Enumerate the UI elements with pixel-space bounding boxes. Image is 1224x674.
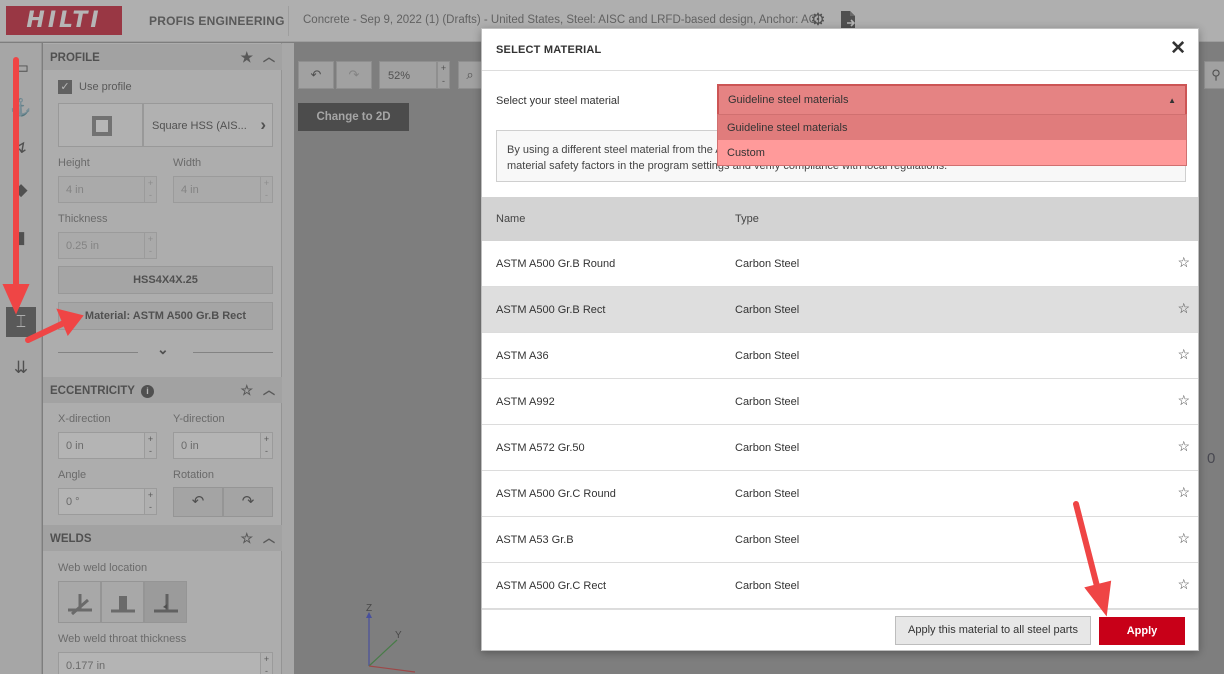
table-row[interactable]: ASTM A53 Gr.B Carbon Steel ☆	[482, 517, 1198, 563]
material-type: Carbon Steel	[735, 488, 800, 500]
apply-button[interactable]: Apply	[1099, 617, 1185, 645]
steel-material-label: Select your steel material	[496, 95, 620, 107]
select-value: Guideline steel materials	[728, 94, 849, 106]
material-type: Carbon Steel	[735, 304, 800, 316]
dialog-footer: Apply this material to all steel parts A…	[482, 609, 1198, 651]
star-icon[interactable]: ☆	[1177, 484, 1190, 501]
table-row[interactable]: ASTM A36 Carbon Steel ☆	[482, 333, 1198, 379]
star-icon[interactable]: ☆	[1177, 438, 1190, 455]
material-name: ASTM A500 Gr.C Round	[496, 488, 616, 500]
dropdown-option[interactable]: Guideline steel materials	[718, 115, 1186, 140]
material-type: Carbon Steel	[735, 442, 800, 454]
material-name: ASTM A500 Gr.B Round	[496, 258, 616, 270]
dropdown-option[interactable]: Custom	[718, 140, 1186, 165]
material-type: Carbon Steel	[735, 258, 800, 270]
material-name: ASTM A572 Gr.50	[496, 442, 585, 454]
material-name: ASTM A500 Gr.B Rect	[496, 304, 606, 316]
table-row[interactable]: ASTM A992 Carbon Steel ☆	[482, 379, 1198, 425]
close-icon[interactable]: ✕	[1170, 38, 1186, 60]
material-name: ASTM A36	[496, 350, 549, 362]
star-icon[interactable]: ☆	[1177, 300, 1190, 317]
star-icon[interactable]: ☆	[1177, 254, 1190, 271]
steel-material-select[interactable]: Guideline steel materials ▲	[717, 84, 1187, 116]
material-name: ASTM A500 Gr.C Rect	[496, 580, 607, 592]
star-icon[interactable]: ☆	[1177, 530, 1190, 547]
material-name: ASTM A992	[496, 396, 555, 408]
star-icon[interactable]: ☆	[1177, 576, 1190, 593]
dropdown-menu: Guideline steel materials Custom	[717, 114, 1187, 166]
table-row[interactable]: ASTM A500 Gr.B Round Carbon Steel ☆	[482, 241, 1198, 287]
table-row[interactable]: ASTM A500 Gr.B Rect Carbon Steel ☆	[482, 287, 1198, 333]
apply-to-all-button[interactable]: Apply this material to all steel parts	[895, 616, 1091, 645]
material-type: Carbon Steel	[735, 350, 800, 362]
table-row[interactable]: ASTM A572 Gr.50 Carbon Steel ☆	[482, 425, 1198, 471]
table-row[interactable]: ASTM A500 Gr.C Rect Carbon Steel ☆	[482, 563, 1198, 609]
dialog-header: SELECT MATERIAL ✕	[482, 29, 1198, 71]
table-row[interactable]: ASTM A500 Gr.C Round Carbon Steel ☆	[482, 471, 1198, 517]
column-header-type[interactable]: Type	[735, 213, 759, 225]
material-name: ASTM A53 Gr.B	[496, 534, 574, 546]
table-header: Name Type	[482, 197, 1198, 241]
material-type: Carbon Steel	[735, 534, 800, 546]
material-type: Carbon Steel	[735, 396, 800, 408]
caret-up-icon: ▲	[1168, 96, 1176, 105]
star-icon[interactable]: ☆	[1177, 346, 1190, 363]
column-header-name[interactable]: Name	[496, 213, 525, 225]
star-icon[interactable]: ☆	[1177, 392, 1190, 409]
material-type: Carbon Steel	[735, 580, 800, 592]
dialog-title: SELECT MATERIAL	[496, 44, 602, 56]
